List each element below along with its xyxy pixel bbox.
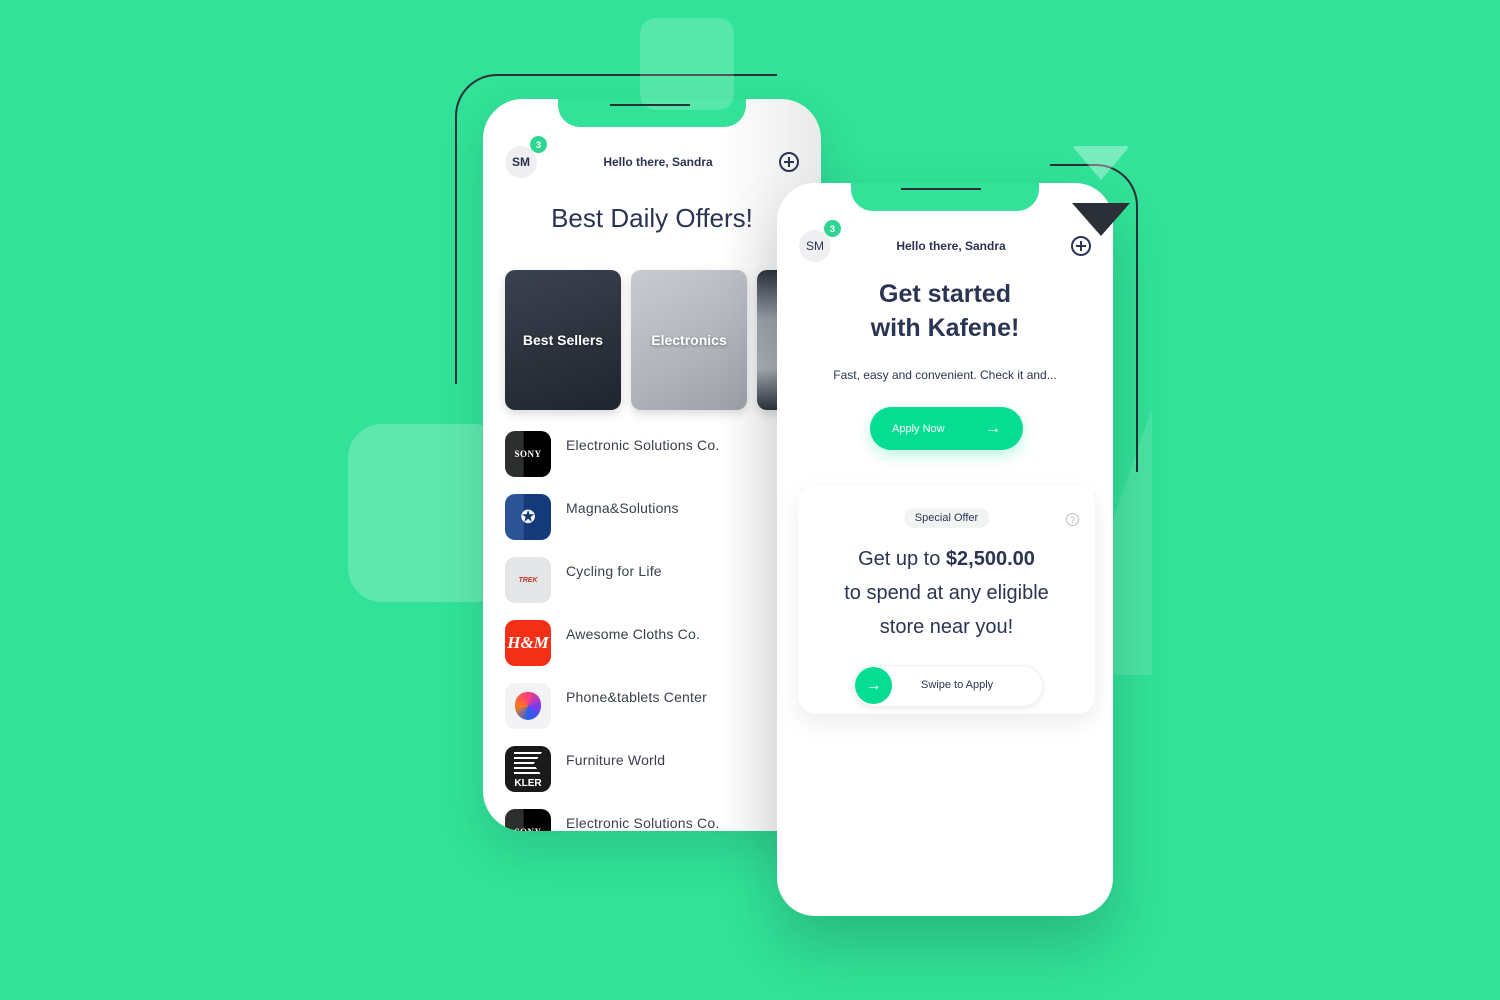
avatar-initials: SM <box>512 155 530 169</box>
page-title: Best Daily Offers! <box>551 203 753 233</box>
decorative-square-top <box>640 18 734 110</box>
sony-logo-icon: SONY <box>505 809 551 831</box>
list-item[interactable]: SONY Electronic Solutions Co. <box>505 809 821 831</box>
phone-best-offers: SM 3 Hello there, Sandra Best Daily Offe… <box>483 99 821 831</box>
app-header: SM 3 Hello there, Sandra <box>505 136 799 178</box>
store-list: SONY Electronic Solutions Co. ✪ Magna&So… <box>505 431 821 831</box>
list-item[interactable]: SONY Electronic Solutions Co. <box>505 431 821 494</box>
swipe-to-apply-slider[interactable]: → Swipe to Apply <box>853 665 1043 707</box>
category-card-best-sellers[interactable]: Best Sellers <box>505 270 621 410</box>
special-offer-card: Special Offer ? Get up to $2,500.00 to s… <box>798 486 1095 714</box>
offer-line-1: Get up to $2,500.00 <box>798 542 1095 576</box>
category-card-electronics[interactable]: Electronics <box>631 270 747 410</box>
arrow-right-icon: → <box>985 419 1001 437</box>
swipe-label: Swipe to Apply <box>921 679 994 691</box>
hm-logo-icon: H&M <box>505 620 551 666</box>
category-carousel[interactable]: Best Sellers Electronics <box>505 270 787 410</box>
avatar[interactable]: SM 3 <box>505 136 547 178</box>
offer-line-2: to spend at any eligible <box>844 582 1049 604</box>
store-name: Electronic Solutions Co. <box>566 437 720 453</box>
plus-circle-icon[interactable] <box>779 152 799 172</box>
category-label: Electronics <box>651 332 727 348</box>
app-header: SM 3 Hello there, Sandra <box>799 220 1091 262</box>
avatar-initials: SM <box>806 239 824 253</box>
title-line-2: with Kafene! <box>870 314 1020 342</box>
store-name: Electronic Solutions Co. <box>566 815 720 831</box>
swipe-handle[interactable]: → <box>855 667 892 704</box>
avatar[interactable]: SM 3 <box>799 220 841 262</box>
greeting-text: Hello there, Sandra <box>603 155 713 169</box>
notification-badge: 3 <box>530 136 547 153</box>
kler-logo-icon: KLER <box>505 746 551 792</box>
list-item[interactable]: H&M Awesome Cloths Co. <box>505 620 821 683</box>
store-name: Phone&tablets Center <box>566 689 707 705</box>
kler-stripes <box>514 752 542 776</box>
list-item[interactable]: ✪ Magna&Solutions <box>505 494 821 557</box>
apply-now-label: Apply Now <box>892 422 945 435</box>
apply-now-button[interactable]: Apply Now → <box>870 407 1023 450</box>
phone-notch <box>851 183 1039 211</box>
offer-line-3: store near you! <box>879 616 1014 638</box>
category-label: Best Sellers <box>522 332 604 348</box>
list-item[interactable]: Phone&tablets Center <box>505 683 821 746</box>
kler-text: KLER <box>514 778 542 789</box>
page-title: Get started with Kafene! <box>777 277 1113 345</box>
mercedes-logo-icon: ✪ <box>505 494 551 540</box>
notification-badge: 3 <box>824 220 841 237</box>
subtitle: Fast, easy and convenient. Check it and.… <box>833 368 1057 382</box>
sony-logo-icon: SONY <box>505 431 551 477</box>
arrow-right-icon: → <box>865 676 882 694</box>
trek-logo-icon: TREK <box>505 557 551 603</box>
offer-text: Get up to $2,500.00 to spend at any elig… <box>798 542 1095 644</box>
store-name: Furniture World <box>566 752 666 768</box>
plus-circle-icon[interactable] <box>1071 236 1091 256</box>
offer-prefix: Get up to <box>858 548 946 570</box>
offer-amount: $2,500.00 <box>945 548 1035 570</box>
apple-logo-icon <box>505 683 551 729</box>
special-offer-badge: Special Offer <box>903 508 990 528</box>
title-line-1: Get started <box>879 280 1011 308</box>
greeting-text: Hello there, Sandra <box>896 239 1006 253</box>
store-name: Magna&Solutions <box>566 500 679 516</box>
store-name: Cycling for Life <box>566 563 662 579</box>
phone-speaker-bar <box>901 188 981 190</box>
store-name: Awesome Cloths Co. <box>566 626 701 642</box>
list-item[interactable]: KLER Furniture World <box>505 746 821 809</box>
list-item[interactable]: TREK Cycling for Life <box>505 557 821 620</box>
phone-get-started: SM 3 Hello there, Sandra Get started wit… <box>777 183 1113 916</box>
phone-speaker-bar <box>610 104 690 106</box>
apple-shape <box>515 692 541 720</box>
help-icon[interactable]: ? <box>1066 513 1079 526</box>
